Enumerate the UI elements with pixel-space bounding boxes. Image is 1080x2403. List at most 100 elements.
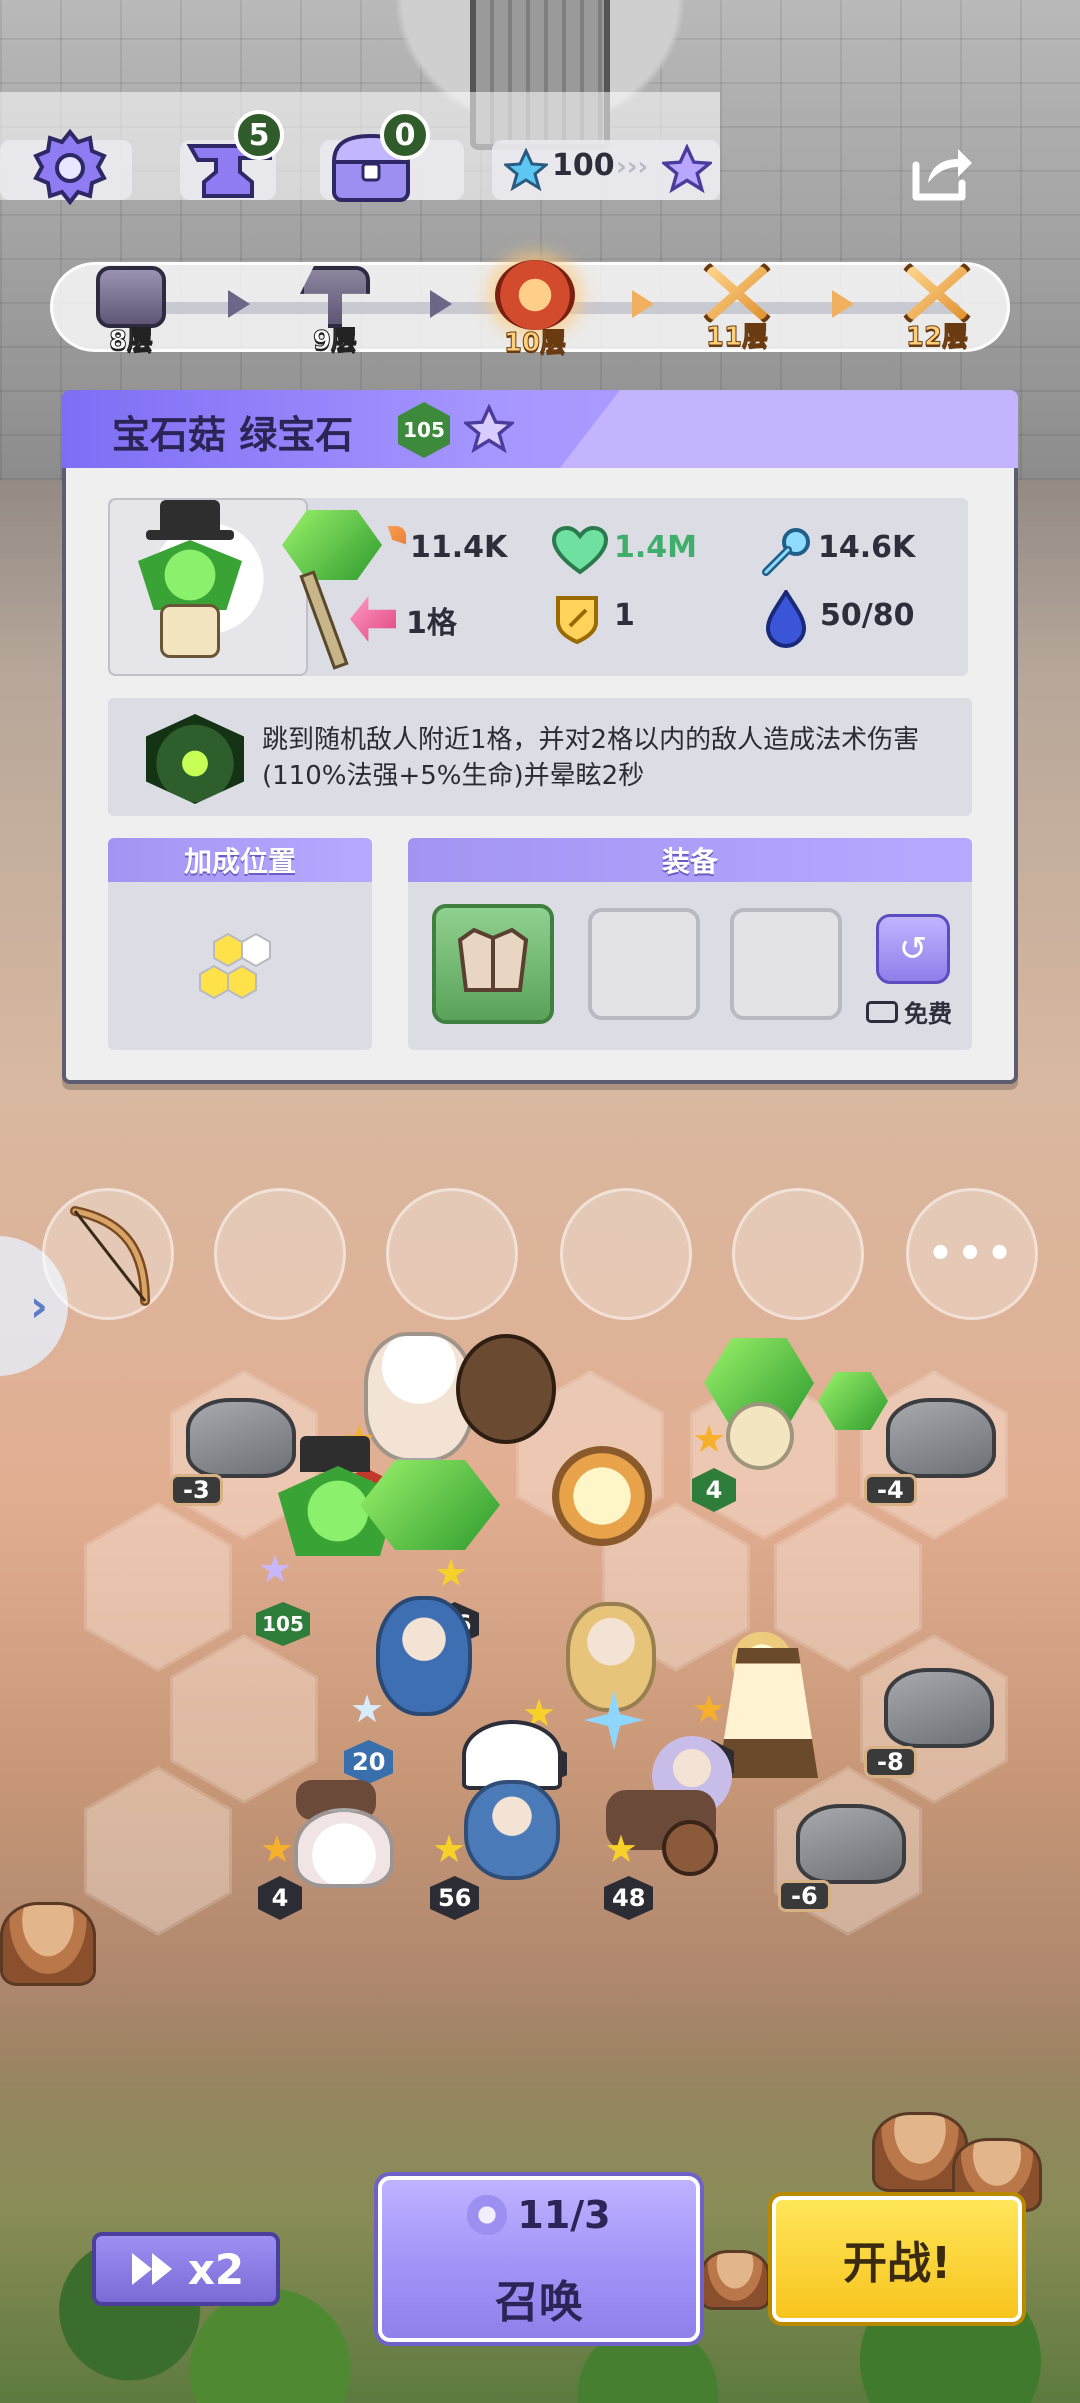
hammer-floor-icon <box>300 266 370 328</box>
rock-value: -8 <box>877 1748 904 1776</box>
refresh-equipment-button[interactable]: ↺ <box>876 914 950 984</box>
unit-level-badge: 56 <box>430 1876 480 1920</box>
floor-arrow-icon <box>632 290 654 318</box>
unit-level: 56 <box>438 1884 472 1912</box>
equipment-slot-3[interactable] <box>730 908 842 1020</box>
star-icon: ★ <box>258 1547 293 1591</box>
chest-count-badge: 0 <box>380 110 430 160</box>
anvil-count-badge: 5 <box>234 110 284 160</box>
crystal-hammer-art <box>262 510 392 680</box>
armor-icon <box>552 592 602 645</box>
unit-level: 20 <box>352 1748 386 1776</box>
bonus-position-title: 加成位置 <box>183 845 296 878</box>
floor-label: 11层 <box>705 322 769 353</box>
hero-name: 宝石菇 绿宝石 <box>112 413 354 457</box>
star-rank-icon <box>461 403 517 454</box>
rock-obstacle[interactable] <box>796 1804 906 1884</box>
board-hex[interactable] <box>84 1502 232 1672</box>
star-icon: ★ <box>350 1687 385 1731</box>
top-hat <box>300 1436 370 1472</box>
floor-node-9[interactable]: 9层 <box>290 266 380 357</box>
chest-floor-icon <box>96 266 166 328</box>
start-battle-button[interactable]: 开战! <box>772 2196 1022 2322</box>
rock-value: -6 <box>791 1882 818 1910</box>
crossed-swords-icon <box>702 262 772 324</box>
star-icon: ★ <box>604 1827 639 1871</box>
floor-node-8[interactable]: 8层 <box>86 266 176 357</box>
bench-slot-3[interactable] <box>386 1188 518 1320</box>
rock-obstacle[interactable] <box>886 1398 996 1478</box>
priest-unit[interactable] <box>566 1602 656 1712</box>
blue-star-icon <box>502 147 550 192</box>
mushroom-hero-art <box>130 500 250 660</box>
speed-toggle-button[interactable]: x2 <box>92 2232 280 2306</box>
speed-label: x2 <box>187 2244 245 2294</box>
floor-arrow-icon <box>832 290 854 318</box>
magic-wand-icon <box>758 524 814 580</box>
heart-icon <box>551 525 609 576</box>
rock-obstacle[interactable] <box>884 1668 994 1748</box>
unit-level-badge: 105 <box>256 1602 310 1646</box>
hero-card-header-accent <box>560 390 1018 468</box>
bench-slot-5[interactable] <box>732 1188 864 1320</box>
star-icon: ★ <box>692 1687 727 1731</box>
rock-value-badge: -3 <box>170 1474 223 1506</box>
cannon-wheel <box>662 1820 718 1876</box>
bow-icon <box>70 1206 150 1306</box>
summon-label: 召唤 <box>495 2277 583 2328</box>
bench-slot-2[interactable] <box>214 1188 346 1320</box>
chest-count: 0 <box>394 117 416 153</box>
star-count: 100 <box>552 148 615 183</box>
purple-star-icon <box>659 143 715 194</box>
free-video-ad[interactable]: 免费 <box>866 994 952 1029</box>
stat-hp: 1.4M <box>614 530 697 565</box>
fast-forward-icon <box>131 2253 172 2285</box>
blue-hair-unit[interactable] <box>376 1596 472 1716</box>
floor-label: 10层 <box>503 328 567 359</box>
hex-position-icon <box>192 930 292 1010</box>
summon-token-icon <box>467 2195 508 2235</box>
bench-slot-1[interactable] <box>42 1188 174 1320</box>
ghost-unit[interactable] <box>294 1808 394 1888</box>
star-icon: ★ <box>692 1417 727 1461</box>
star-icon: ★ <box>260 1827 295 1871</box>
unit-level-badge: 20 <box>344 1740 394 1784</box>
rock-value-badge: -6 <box>778 1880 831 1912</box>
settings-button[interactable] <box>28 126 112 210</box>
floor-node-11[interactable]: 11层 <box>692 262 782 353</box>
unit-level-badge: 4 <box>258 1876 302 1920</box>
board-hex[interactable] <box>170 1634 318 1804</box>
mage-girl-unit[interactable] <box>464 1780 560 1880</box>
ellipsis-icon: ••• <box>927 1231 1017 1277</box>
tree-stump-bottom <box>700 2250 770 2310</box>
rock-value: -3 <box>183 1476 210 1504</box>
free-label: 免费 <box>904 1000 952 1028</box>
rock-value-badge: -8 <box>864 1746 917 1778</box>
floor-node-10-current[interactable]: 10层 <box>490 260 580 359</box>
bench-slot-4[interactable] <box>560 1188 692 1320</box>
unit-level: 4 <box>271 1884 289 1912</box>
tree-stump-left <box>0 1902 96 1986</box>
stat-armor: 1 <box>614 598 635 633</box>
unit-level: 4 <box>705 1476 723 1504</box>
rock-value: -4 <box>877 1476 904 1504</box>
unit-level: 48 <box>612 1884 646 1912</box>
equipment-header: 装备 <box>408 838 972 882</box>
rock-obstacle[interactable] <box>186 1398 296 1478</box>
floor-node-12[interactable]: 12层 <box>892 262 982 353</box>
share-button[interactable] <box>900 132 984 216</box>
board-hex[interactable] <box>84 1766 232 1936</box>
unit-level-badge: 48 <box>604 1876 654 1920</box>
video-icon <box>866 1000 898 1023</box>
equipment-slot-1[interactable] <box>432 904 554 1024</box>
floor-arrow-icon <box>430 290 452 318</box>
bonus-position-header: 加成位置 <box>108 838 372 882</box>
unit-level: 105 <box>262 1612 304 1636</box>
hero-level: 105 <box>403 418 445 442</box>
progress-arrows-icon: ››› <box>616 152 649 182</box>
gear-icon <box>33 128 107 206</box>
more-options-button[interactable]: ••• <box>906 1188 1038 1320</box>
equipment-slot-2[interactable] <box>588 908 700 1020</box>
share-icon <box>912 149 972 201</box>
magnifier-staff <box>552 1446 652 1546</box>
